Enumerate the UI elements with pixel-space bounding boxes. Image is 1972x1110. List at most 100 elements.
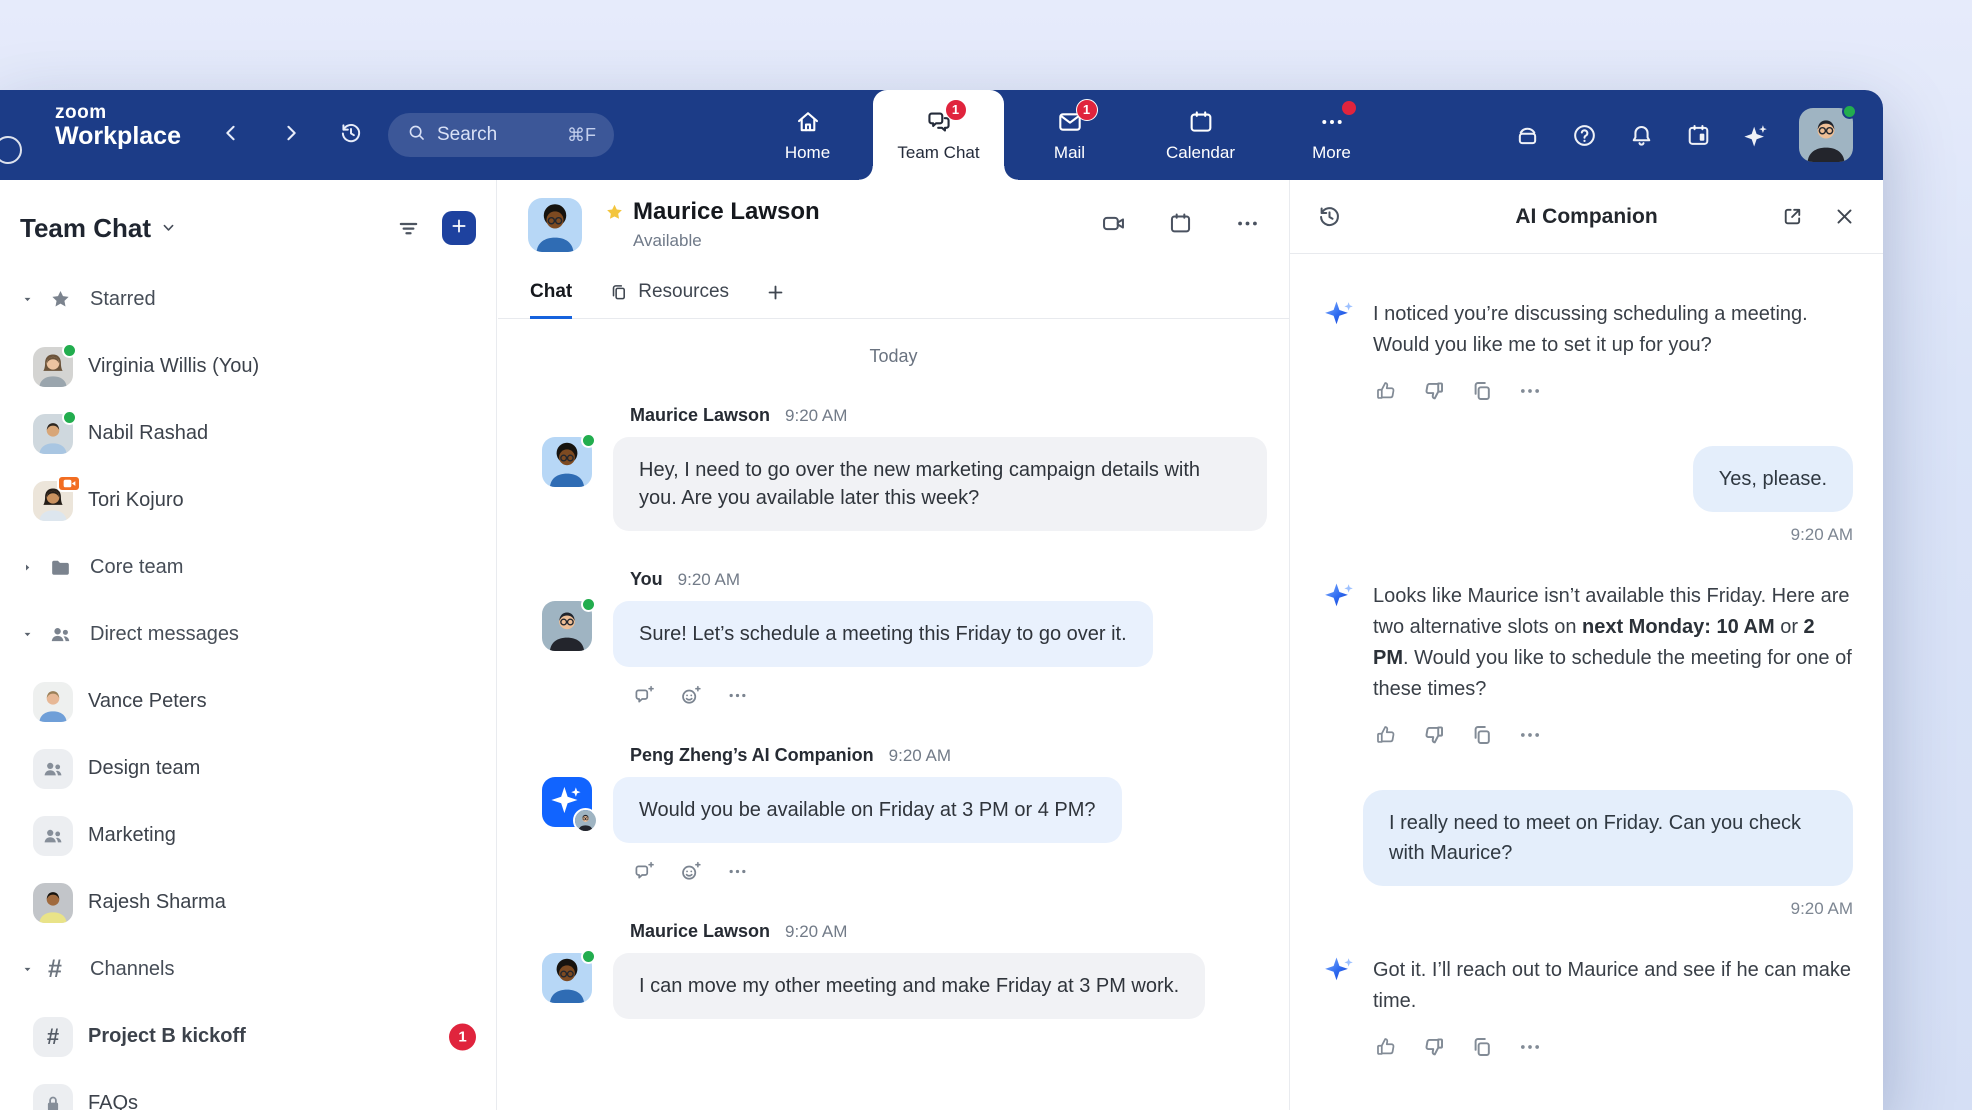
sidebar-item-label: Rajesh Sharma	[88, 891, 226, 914]
forward-button[interactable]	[274, 118, 308, 152]
caret-down-icon[interactable]	[20, 962, 44, 977]
thumbs-down-icon[interactable]	[1421, 722, 1447, 748]
tab-more[interactable]: More	[1266, 90, 1397, 180]
sidebar-item-rajesh-sharma[interactable]: Rajesh Sharma	[0, 869, 496, 936]
sidebar-item-project-b-kickoff[interactable]: #Project B kickoff1	[0, 1003, 496, 1070]
message-time: 9:20 AM	[785, 922, 847, 942]
user-mini-avatar	[573, 808, 598, 833]
user-avatar[interactable]	[1799, 108, 1853, 162]
ai-feedback-actions	[1373, 1034, 1853, 1060]
help-icon[interactable]	[1571, 122, 1598, 149]
tab-home[interactable]: Home	[742, 90, 873, 180]
tab-calendar[interactable]: Calendar	[1135, 90, 1266, 180]
thumbs-up-icon[interactable]	[1373, 1034, 1399, 1060]
sidebar-header: Team Chat	[20, 208, 476, 248]
topbar: zoom Workplace Search ⌘F Home1Team Chat1…	[0, 90, 1883, 180]
home-icon	[794, 108, 822, 136]
chevron-right-icon	[280, 122, 302, 149]
starred-star-icon[interactable]	[604, 202, 625, 223]
channel-avatar: #	[33, 1017, 73, 1057]
sidebar-item-label: Design team	[88, 757, 200, 780]
avatar-photo	[33, 883, 73, 923]
sidebar-section-starred[interactable]: Starred	[0, 266, 496, 333]
ai-companion-icon[interactable]	[1742, 122, 1769, 149]
message-bubble[interactable]: Would you be available on Friday at 3 PM…	[613, 777, 1122, 843]
copy-icon[interactable]	[1469, 1034, 1495, 1060]
schedule-meeting-icon[interactable]	[1167, 210, 1194, 237]
start-video-meeting-icon[interactable]	[1100, 210, 1127, 237]
sidebar-item-tori-kojuro[interactable]: Tori Kojuro	[0, 467, 496, 534]
sidebar-section-direct-messages[interactable]: Direct messages	[0, 601, 496, 668]
mail-icon: 1	[1056, 108, 1084, 136]
thumbs-down-icon[interactable]	[1421, 1034, 1447, 1060]
sidebar-section-channels[interactable]: #Channels	[0, 936, 496, 1003]
sidebar-item-label: Virginia Willis (You)	[88, 355, 259, 378]
caret-down-icon[interactable]	[20, 627, 44, 642]
history-button[interactable]	[334, 118, 368, 152]
user-reply-bubble[interactable]: Yes, please.	[1693, 446, 1853, 512]
open-in-window-icon[interactable]	[1780, 204, 1805, 229]
reply-in-thread-icon[interactable]	[632, 860, 655, 883]
filter-button[interactable]	[395, 215, 422, 242]
ai-sparkle-icon	[1320, 952, 1360, 992]
chat-tabs: Chat Resources	[498, 281, 1289, 319]
thumbs-up-icon[interactable]	[1373, 378, 1399, 404]
sidebar-title: Team Chat	[20, 213, 151, 244]
message-bubble[interactable]: Sure! Let’s schedule a meeting this Frid…	[613, 601, 1153, 667]
team-chat-sidebar: Team Chat Starred Virginia Willis (You) Na…	[0, 180, 497, 1110]
sidebar-item-vance-peters[interactable]: Vance Peters	[0, 668, 496, 735]
tab-chat[interactable]: Chat	[530, 281, 572, 319]
more-options-icon[interactable]	[1517, 1034, 1543, 1060]
chat-message: Maurice Lawson 9:20 AM I can move my othe…	[498, 921, 1289, 1019]
message-author: Maurice Lawson	[630, 921, 770, 942]
avatar	[542, 601, 592, 651]
avatar	[33, 414, 73, 454]
conversation-history-icon[interactable]	[1316, 203, 1343, 230]
add-tab-button[interactable]	[765, 282, 786, 318]
notifications-icon[interactable]	[1628, 122, 1655, 149]
sidebar-section-core-team[interactable]: Core team	[0, 534, 496, 601]
user-reply-bubble[interactable]: I really need to meet on Friday. Can you…	[1363, 790, 1853, 886]
history-icon	[338, 120, 364, 151]
upcoming-meetings-icon[interactable]	[1685, 122, 1712, 149]
sidebar-item-design-team[interactable]: Design team	[0, 735, 496, 802]
tab-mail[interactable]: 1Mail	[1004, 90, 1135, 180]
thumbs-up-icon[interactable]	[1373, 722, 1399, 748]
contact-name: Maurice Lawson	[633, 198, 820, 226]
sidebar-title-dropdown[interactable]: Team Chat	[20, 213, 178, 244]
tab-resources[interactable]: Resources	[608, 281, 729, 319]
tab-team-chat[interactable]: 1Team Chat	[873, 90, 1004, 180]
tab-label: More	[1312, 143, 1351, 163]
star-icon	[48, 287, 80, 312]
more-options-icon[interactable]	[726, 684, 749, 707]
avatar	[33, 883, 73, 923]
more-options-icon[interactable]	[1517, 378, 1543, 404]
online-status-dot	[62, 410, 77, 425]
sidebar-item-nabil-rashad[interactable]: Nabil Rashad	[0, 400, 496, 467]
new-chat-button[interactable]	[442, 211, 476, 245]
ai-message: Got it. I’ll reach out to Maurice and se…	[1320, 955, 1853, 1017]
add-reaction-icon[interactable]	[679, 860, 702, 883]
more-options-icon[interactable]	[726, 860, 749, 883]
more-options-icon[interactable]	[1234, 210, 1261, 237]
thumbs-down-icon[interactable]	[1421, 378, 1447, 404]
caret-right-icon[interactable]	[20, 560, 44, 575]
more-options-icon[interactable]	[1517, 722, 1543, 748]
reply-in-thread-icon[interactable]	[632, 684, 655, 707]
message-bubble[interactable]: Hey, I need to go over the new marketing…	[613, 437, 1267, 531]
connected-devices-icon[interactable]	[1514, 122, 1541, 149]
caret-down-icon[interactable]	[20, 292, 44, 307]
avatar-photo	[33, 682, 73, 722]
sidebar-item-marketing[interactable]: Marketing	[0, 802, 496, 869]
copy-icon[interactable]	[1469, 722, 1495, 748]
sidebar-item-virginia-willis-you[interactable]: Virginia Willis (You)	[0, 333, 496, 400]
tab-label: Home	[785, 143, 830, 163]
search-shortcut: ⌘F	[567, 125, 596, 146]
sidebar-item-faqs[interactable]: FAQs	[0, 1070, 496, 1110]
add-reaction-icon[interactable]	[679, 684, 702, 707]
copy-icon[interactable]	[1469, 378, 1495, 404]
close-icon[interactable]	[1832, 204, 1857, 229]
search-input[interactable]: Search ⌘F	[388, 113, 614, 157]
back-button[interactable]	[214, 118, 248, 152]
message-bubble[interactable]: I can move my other meeting and make Fri…	[613, 953, 1205, 1019]
